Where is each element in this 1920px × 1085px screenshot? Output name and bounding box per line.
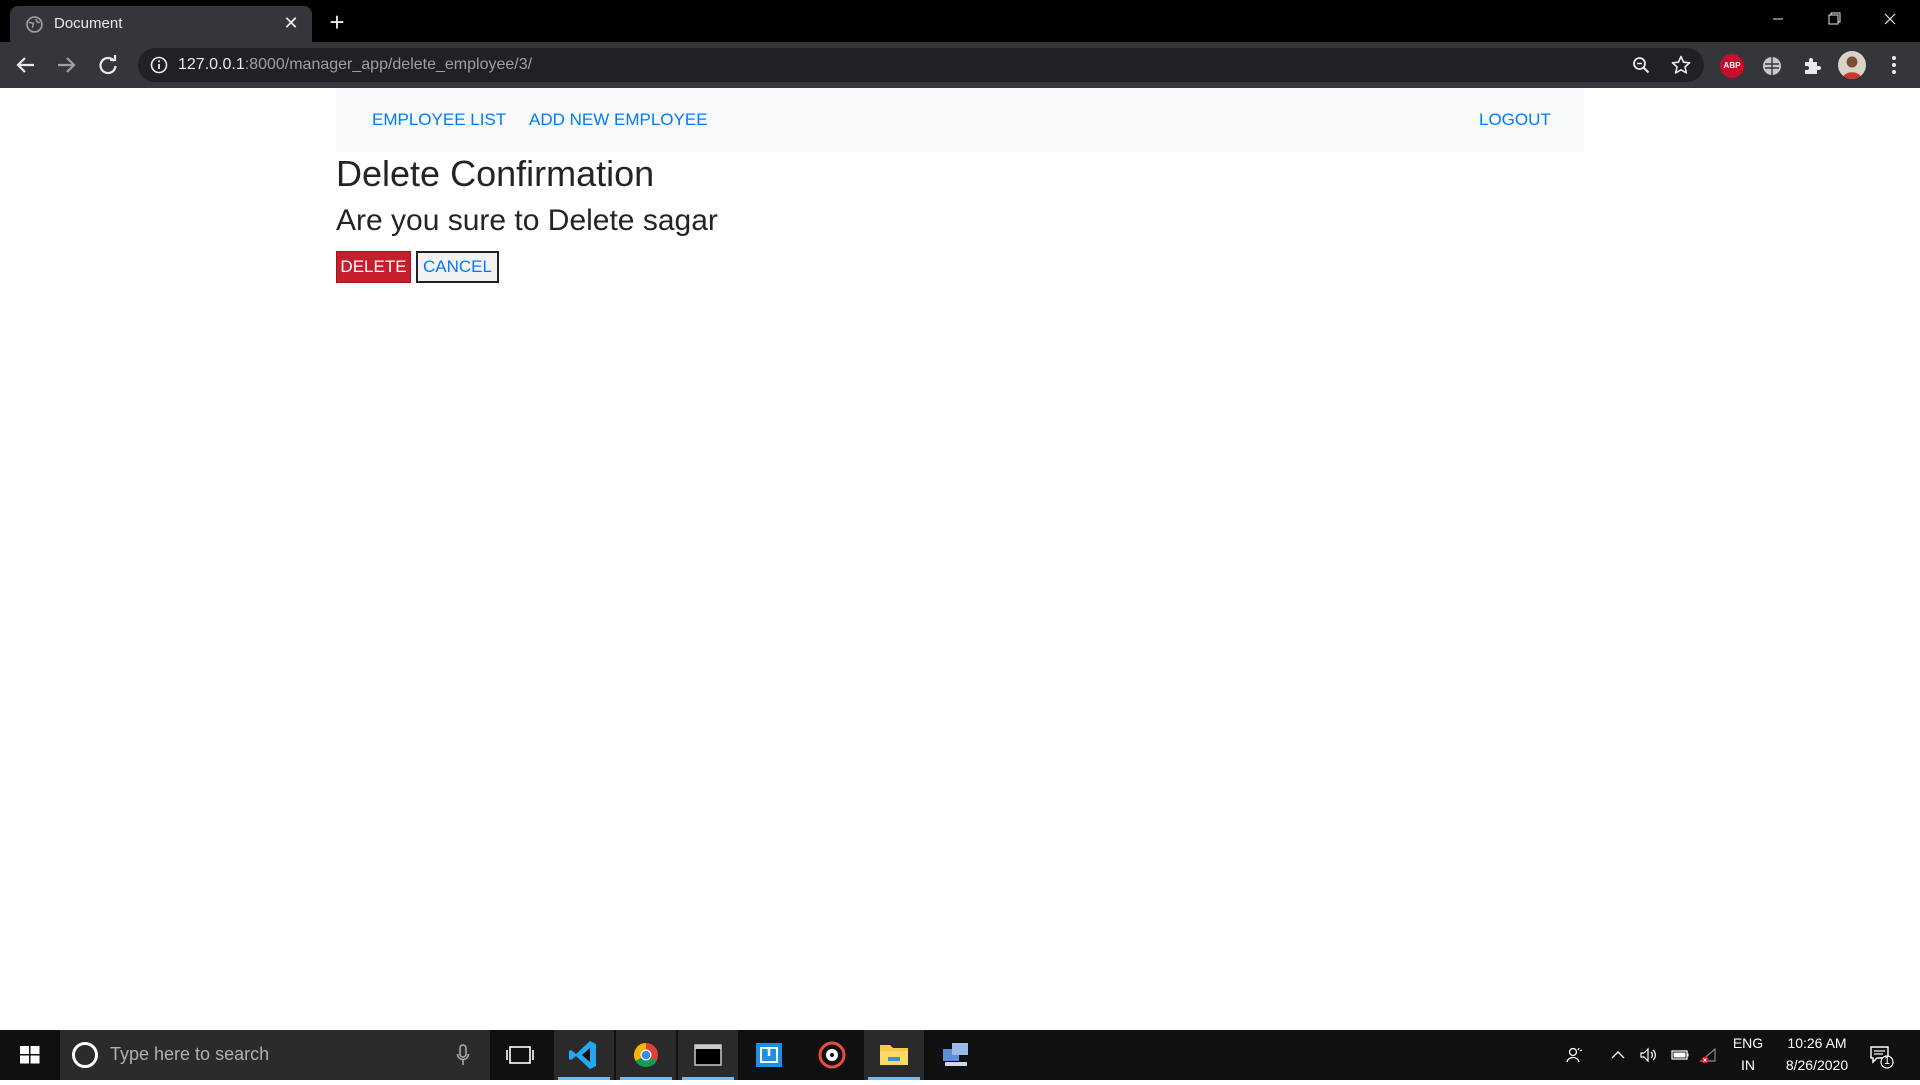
volume-icon[interactable] xyxy=(1638,1045,1658,1065)
tab-close-icon[interactable]: ✕ xyxy=(280,12,302,34)
taskbar-vscode[interactable] xyxy=(554,1030,614,1080)
battery-icon[interactable] xyxy=(1670,1045,1690,1065)
extensions-puzzle-icon[interactable] xyxy=(1800,54,1824,78)
page-title: Delete Confirmation xyxy=(336,153,655,194)
confirmation-question: Are you sure to Delete sagar xyxy=(336,204,718,237)
browser-menu-icon[interactable] xyxy=(1886,52,1902,78)
window-close-icon[interactable] xyxy=(1862,0,1918,38)
browser-tab-bar: Document ✕ + xyxy=(0,0,1920,42)
wifi-disconnected-icon[interactable] xyxy=(1698,1045,1718,1065)
nav-logout-link[interactable]: LOGOUT xyxy=(1479,110,1551,130)
restore-icon[interactable] xyxy=(1806,0,1862,38)
terminal-icon xyxy=(694,1044,722,1066)
taskbar-search-placeholder: Type here to search xyxy=(110,1044,270,1064)
clock-date[interactable]: 8/26/2020 xyxy=(1772,1057,1862,1073)
chevron-up-icon[interactable] xyxy=(1608,1045,1628,1065)
tab-title: Document xyxy=(54,15,123,32)
people-icon[interactable] xyxy=(1564,1045,1584,1065)
extension-globe-icon[interactable] xyxy=(1760,54,1784,78)
taskbar-terminal[interactable] xyxy=(678,1030,738,1080)
profile-avatar[interactable] xyxy=(1838,51,1866,79)
back-arrow-icon[interactable] xyxy=(10,49,42,81)
vscode-icon xyxy=(569,1041,596,1069)
delete-button[interactable]: DELETE xyxy=(336,251,411,283)
language-indicator-top[interactable]: ENG xyxy=(1728,1035,1768,1051)
task-view-icon[interactable] xyxy=(490,1030,550,1080)
bookmark-star-icon[interactable] xyxy=(1670,54,1692,76)
notification-count: 1 xyxy=(1883,1055,1891,1067)
zoom-icon[interactable] xyxy=(1632,56,1650,74)
new-tab-icon[interactable]: + xyxy=(322,8,352,38)
nav-add-new-employee-link[interactable]: ADD NEW EMPLOYEE xyxy=(529,110,708,130)
taskbar-chrome[interactable] xyxy=(616,1030,676,1080)
cortana-circle-icon xyxy=(72,1042,98,1068)
globe-icon xyxy=(26,16,43,33)
minimize-icon[interactable] xyxy=(1750,0,1806,38)
taskbar-app-blue[interactable] xyxy=(740,1030,800,1080)
taskbar-search-box[interactable]: Type here to search xyxy=(60,1030,490,1080)
windows-taskbar: Type here to search ENG IN 10:26 AM 8/26… xyxy=(0,1030,1920,1080)
taskbar-network-app[interactable] xyxy=(926,1030,986,1080)
chrome-icon xyxy=(633,1043,658,1068)
adblock-extension-icon[interactable]: ABP xyxy=(1720,54,1744,78)
address-bar[interactable]: 127.0.0.1:8000/manager_app/delete_employ… xyxy=(138,48,1704,82)
app-navbar: EMPLOYEE LIST ADD NEW EMPLOYEE LOGOUT xyxy=(336,88,1584,152)
cancel-button[interactable]: CANCEL xyxy=(416,251,499,283)
browser-toolbar: 127.0.0.1:8000/manager_app/delete_employ… xyxy=(0,42,1920,88)
reload-icon[interactable] xyxy=(92,49,124,81)
clock-time[interactable]: 10:26 AM xyxy=(1772,1035,1862,1051)
site-info-icon[interactable] xyxy=(150,56,168,74)
nav-employee-list-link[interactable]: EMPLOYEE LIST xyxy=(372,110,506,130)
taskbar-file-explorer[interactable] xyxy=(864,1030,924,1080)
browser-tab[interactable]: Document ✕ xyxy=(10,6,312,42)
url-path: :8000/manager_app/delete_employee/3/ xyxy=(244,56,533,73)
forward-arrow-icon[interactable] xyxy=(50,49,82,81)
windows-start-icon[interactable] xyxy=(0,1030,60,1080)
network-computers-icon xyxy=(943,1043,968,1066)
taskbar-media-player[interactable] xyxy=(802,1030,862,1080)
language-indicator-bottom[interactable]: IN xyxy=(1728,1057,1768,1073)
folder-icon xyxy=(880,1045,908,1065)
blue-app-icon xyxy=(756,1043,782,1067)
profile-avatar-image xyxy=(1838,51,1866,79)
url-text: 127.0.0.1:8000/manager_app/delete_employ… xyxy=(178,56,532,74)
media-player-icon xyxy=(818,1041,846,1069)
url-host: 127.0.0.1 xyxy=(178,56,245,73)
microphone-icon[interactable] xyxy=(456,1044,470,1066)
